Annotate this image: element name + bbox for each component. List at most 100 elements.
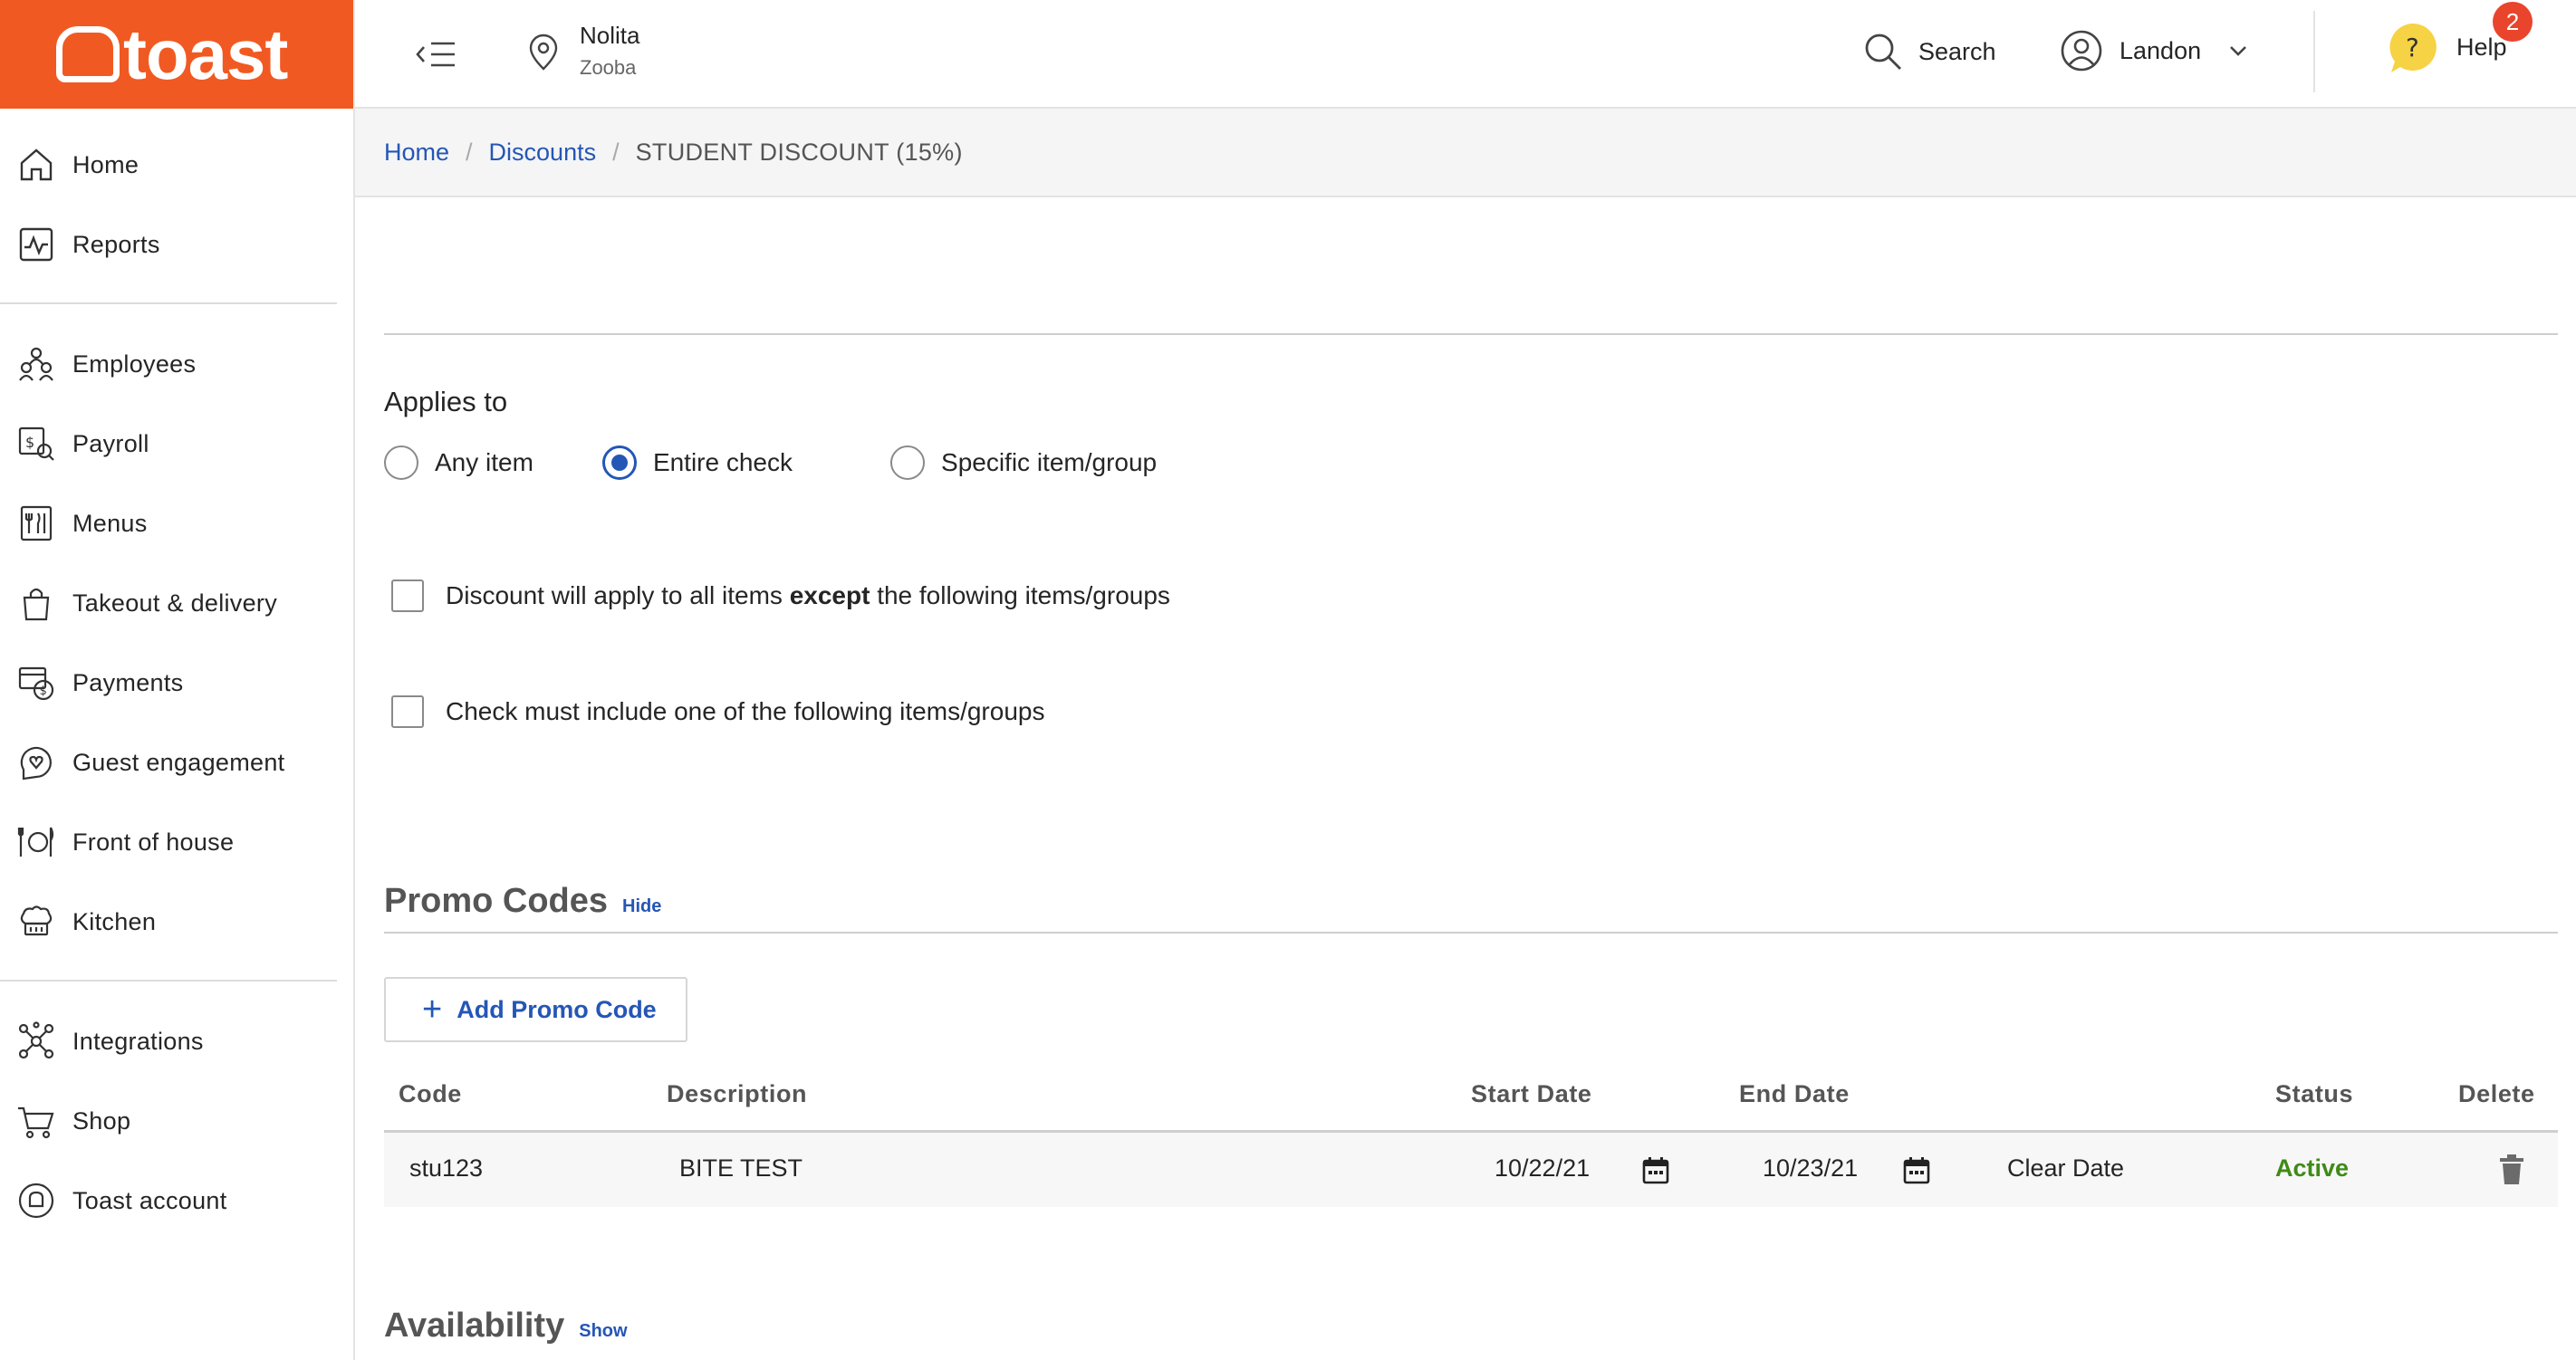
section-divider bbox=[384, 932, 2558, 934]
clear-date-button[interactable]: Clear Date bbox=[2007, 1154, 2124, 1183]
sidebar-item-label: Front of house bbox=[72, 828, 235, 856]
sidebar-item-front-of-house[interactable]: Front of house bbox=[0, 802, 353, 882]
toast-logo[interactable]: toast bbox=[0, 0, 353, 109]
availability-heading: Availability Show bbox=[384, 1307, 2558, 1346]
start-date-calendar-icon[interactable] bbox=[1641, 1156, 1670, 1185]
front-of-house-icon bbox=[17, 827, 54, 857]
add-promo-code-button[interactable]: + Add Promo Code bbox=[384, 977, 687, 1042]
sidebar-item-label: Reports bbox=[72, 230, 160, 258]
sidebar-item-home[interactable]: Home bbox=[0, 125, 353, 205]
availability-show-link[interactable]: Show bbox=[579, 1321, 627, 1342]
column-header-description: Description bbox=[667, 1080, 808, 1107]
breadcrumb-discounts[interactable]: Discounts bbox=[489, 139, 597, 167]
sidebar-item-label: Payroll bbox=[72, 429, 149, 457]
end-date-value[interactable]: 10/23/21 bbox=[1763, 1154, 1858, 1183]
home-icon bbox=[20, 148, 53, 181]
sidebar-item-payroll[interactable]: $ Payroll bbox=[0, 404, 353, 484]
column-header-code: Code bbox=[399, 1080, 462, 1107]
employees-icon bbox=[19, 347, 53, 381]
breadcrumb-home[interactable]: Home bbox=[384, 139, 449, 167]
sidebar-item-label: Payments bbox=[72, 668, 184, 696]
radio-label: Entire check bbox=[652, 448, 793, 476]
collapse-menu-icon bbox=[416, 42, 455, 67]
help-button[interactable]: ? Help bbox=[2384, 18, 2507, 76]
payments-icon: $ bbox=[18, 666, 54, 701]
location-name[interactable]: Nolita bbox=[580, 22, 639, 50]
search-icon bbox=[1865, 34, 1901, 70]
column-header-start-date: Start Date bbox=[1471, 1080, 1592, 1107]
guest-engagement-icon bbox=[20, 746, 52, 781]
radio-circle-selected[interactable] bbox=[601, 445, 637, 480]
sidebar-item-label: Menus bbox=[72, 509, 148, 537]
sidebar-item-label: Kitchen bbox=[72, 907, 157, 935]
breadcrumb: Home / Discounts / STUDENT DISCOUNT (15%… bbox=[355, 109, 2576, 197]
sidebar-item-label: Integrations bbox=[72, 1027, 204, 1055]
sidebar-item-reports[interactable]: Reports bbox=[0, 205, 353, 284]
status-badge: Active bbox=[2275, 1154, 2350, 1182]
promo-description-value[interactable]: BITE TEST bbox=[679, 1154, 803, 1183]
sidebar-item-menus[interactable]: Menus bbox=[0, 484, 353, 563]
sidebar-item-payments[interactable]: $ Payments bbox=[0, 643, 353, 723]
applies-to-radio-group: Any item Entire check Specific item/grou… bbox=[384, 445, 2558, 480]
section-divider bbox=[384, 333, 2558, 335]
radio-circle[interactable] bbox=[890, 445, 926, 480]
except-items-checkbox[interactable] bbox=[391, 579, 424, 612]
column-header-status: Status bbox=[2275, 1080, 2354, 1107]
radio-any-item[interactable]: Any item bbox=[384, 445, 533, 480]
main-content: Applies to Any item Entire check Specifi… bbox=[384, 197, 2558, 1346]
nav-group-primary: Home Reports Employees $ Payroll Menus T… bbox=[0, 109, 353, 1240]
toast-logo-icon bbox=[56, 26, 120, 82]
sidebar-item-integrations[interactable]: Integrations bbox=[0, 1001, 353, 1081]
help-label: Help bbox=[2456, 33, 2507, 61]
add-promo-code-label: Add Promo Code bbox=[457, 995, 657, 1023]
sidebar-item-toast-account[interactable]: Toast account bbox=[0, 1161, 353, 1240]
promo-table-header: Code Description Start Date End Date Sta… bbox=[384, 1060, 2558, 1133]
sidebar-item-employees[interactable]: Employees bbox=[0, 324, 353, 404]
breadcrumb-separator: / bbox=[466, 138, 473, 166]
sidebar-item-kitchen[interactable]: Kitchen bbox=[0, 882, 353, 962]
sidebar-item-label: Toast account bbox=[72, 1186, 227, 1214]
help-bubble-icon: ? bbox=[2389, 24, 2437, 72]
promo-code-value[interactable]: stu123 bbox=[409, 1154, 483, 1183]
svg-text:$: $ bbox=[25, 434, 34, 451]
help-notification-badge: 2 bbox=[2493, 2, 2533, 42]
chevron-down-icon bbox=[2230, 46, 2247, 56]
column-header-delete: Delete bbox=[2458, 1080, 2535, 1107]
sidebar-item-guest-engagement[interactable]: Guest engagement bbox=[0, 723, 353, 802]
radio-entire-check[interactable]: Entire check bbox=[601, 445, 793, 480]
trash-icon[interactable] bbox=[2498, 1154, 2525, 1185]
include-items-checkbox[interactable] bbox=[391, 695, 424, 728]
search-label: Search bbox=[1918, 37, 1996, 65]
sidebar-item-shop[interactable]: Shop bbox=[0, 1081, 353, 1161]
svg-text:?: ? bbox=[2406, 33, 2419, 62]
menus-icon bbox=[20, 505, 53, 541]
end-date-calendar-icon[interactable] bbox=[1902, 1156, 1931, 1185]
table-row: stu123 BITE TEST 10/22/21 10/23/21 Clear… bbox=[384, 1133, 2558, 1207]
promo-codes-title: Promo Codes bbox=[384, 882, 609, 920]
brand-name: toast bbox=[123, 14, 288, 94]
search-button[interactable]: Search bbox=[1862, 31, 1996, 72]
svg-text:$: $ bbox=[40, 685, 47, 698]
start-date-value[interactable]: 10/22/21 bbox=[1495, 1154, 1590, 1183]
plus-icon: + bbox=[422, 991, 443, 1029]
include-items-checkbox-row[interactable]: Check must include one of the following … bbox=[384, 695, 2558, 728]
reports-icon bbox=[19, 227, 53, 262]
sidebar-item-label: Employees bbox=[72, 350, 197, 378]
takeout-bag-icon bbox=[23, 588, 50, 621]
breadcrumb-separator: / bbox=[612, 138, 620, 166]
radio-specific-item-group[interactable]: Specific item/group bbox=[890, 445, 1157, 480]
nav-divider bbox=[0, 302, 337, 304]
user-avatar-icon bbox=[2061, 30, 2102, 72]
except-items-checkbox-row[interactable]: Discount will apply to all items except … bbox=[384, 579, 2558, 612]
sidebar-item-takeout-delivery[interactable]: Takeout & delivery bbox=[0, 563, 353, 643]
radio-circle[interactable] bbox=[384, 445, 418, 480]
sidebar: toast Home Reports Employees $ Payroll M… bbox=[0, 0, 355, 1360]
collapse-sidebar-button[interactable] bbox=[411, 29, 462, 80]
user-menu-button[interactable]: Landon bbox=[2060, 29, 2252, 72]
promo-codes-hide-link[interactable]: Hide bbox=[622, 896, 661, 917]
integrations-icon bbox=[18, 1021, 54, 1059]
shop-cart-icon bbox=[18, 1106, 54, 1139]
topbar-divider bbox=[2313, 11, 2315, 92]
user-name: Landon bbox=[2119, 36, 2202, 64]
nav-divider bbox=[0, 980, 337, 982]
